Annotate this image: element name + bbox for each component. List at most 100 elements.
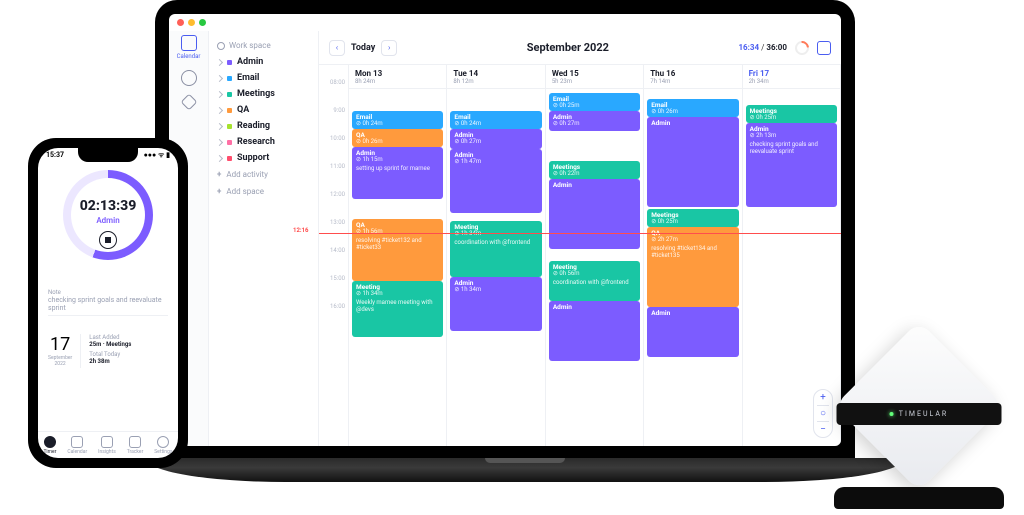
calendar-event[interactable]: Admin⊘ 0h 27m: [450, 129, 541, 149]
tab-label: Calendar: [67, 449, 87, 455]
event-name: Admin: [553, 304, 636, 311]
event-duration: ⊘ 0h 24m: [356, 121, 439, 128]
sidebar-item-reading[interactable]: Reading: [215, 118, 312, 134]
activity-color-dot: [227, 140, 232, 145]
event-duration: ⊘ 1h 34m: [454, 287, 537, 294]
chevron-right-icon: [216, 58, 223, 65]
event-duration: ⊘ 0h 22m: [553, 171, 636, 178]
next-button[interactable]: ›: [381, 40, 397, 56]
maximize-dot[interactable]: [199, 19, 206, 26]
tab-label: Insights: [98, 449, 116, 455]
calendar-event[interactable]: QA⊘ 2h 27mresolving #ticket134 and #tick…: [647, 227, 738, 307]
event-duration: ⊘ 1h 34m: [356, 291, 439, 298]
calendar-event[interactable]: Admin⊘ 1h 34m: [450, 277, 541, 331]
calendar-event[interactable]: Meetings⊘ 0h 25m: [647, 209, 738, 227]
hour-label: 14:00: [319, 247, 345, 275]
tab-settings[interactable]: Settings: [154, 436, 172, 455]
add-activity[interactable]: + Add activity: [215, 166, 312, 183]
sidebar-item-admin[interactable]: Admin: [215, 54, 312, 70]
total-today-value: 2h 38m: [89, 358, 131, 365]
calendar-event[interactable]: Admin⊘ 1h 15msetting up sprint for mamee: [352, 147, 443, 199]
sidebar-item-label: Support: [237, 153, 269, 163]
tab-calendar[interactable]: Calendar: [67, 436, 87, 455]
add-space[interactable]: + Add space: [215, 183, 312, 200]
event-duration: ⊘ 0h 26m: [651, 109, 734, 116]
calendar-event[interactable]: Email⊘ 0h 25m: [549, 93, 640, 111]
chevron-right-icon: [216, 122, 223, 129]
calendar-event[interactable]: Meetings⊘ 0h 22m: [549, 161, 640, 179]
sidebar-item-support[interactable]: Support: [215, 150, 312, 166]
calendar-event[interactable]: Email⊘ 0h 26m: [647, 99, 738, 117]
event-note: coordination with @frontend: [553, 280, 636, 287]
timer-text: 02:13:39 Admin: [80, 198, 137, 249]
calendar-event[interactable]: Email⊘ 0h 24m: [352, 111, 443, 129]
calendar-event[interactable]: Meeting⊘ 0h 56mcoordination with @fronte…: [549, 261, 640, 301]
calendar-event[interactable]: Email⊘ 0h 24m: [450, 111, 541, 129]
day-header[interactable]: Fri 17 2h 34m: [743, 65, 840, 89]
calendar-event[interactable]: Meeting⊘ 1h 34mWeekly mamee meeting with…: [352, 281, 443, 337]
calendar-event[interactable]: Admin: [549, 301, 640, 361]
settings-icon: [157, 436, 169, 448]
chevron-right-icon: [216, 154, 223, 161]
toolbar-title: September 2022: [527, 41, 609, 54]
activity-color-dot: [227, 60, 232, 65]
minimize-dot[interactable]: [188, 19, 195, 26]
day-total: 5h 23m: [552, 78, 637, 85]
calendar-event[interactable]: Admin: [647, 307, 738, 357]
timer-activity-label[interactable]: Admin: [80, 216, 137, 225]
sidebar-item-email[interactable]: Email: [215, 70, 312, 86]
tracker-band: TIMEULAR: [837, 403, 1002, 425]
rail-calendar[interactable]: Calendar: [177, 35, 201, 60]
calendar-event[interactable]: Meetings⊘ 0h 25m: [746, 105, 837, 123]
tab-timer[interactable]: Timer: [43, 436, 56, 455]
calendar-event[interactable]: Meeting⊘ 1h 34mcoordination with @fronte…: [450, 221, 541, 277]
hour-label: 12:00: [319, 191, 345, 219]
hour-label: 15:00: [319, 275, 345, 303]
sidebar-item-meetings[interactable]: Meetings: [215, 86, 312, 102]
event-note: Weekly mamee meeting with @devs: [356, 300, 439, 314]
calendar-event[interactable]: QA⊘ 0h 26m: [352, 129, 443, 147]
calendar-event[interactable]: Admin⊘ 2h 13mchecking sprint goals and r…: [746, 123, 837, 207]
event-duration: ⊘ 0h 25m: [553, 103, 636, 110]
stop-button[interactable]: [99, 231, 117, 249]
gear-icon: [217, 42, 225, 50]
day-header[interactable]: Mon 13 8h 24m: [349, 65, 446, 89]
rail-reports[interactable]: [181, 70, 197, 86]
activity-color-dot: [227, 92, 232, 97]
hour-label: 10:00: [319, 135, 345, 163]
tracker-icon: [180, 94, 197, 111]
note-input[interactable]: checking sprint goals and reevaluate spr…: [48, 296, 168, 316]
event-name: Admin: [553, 182, 636, 189]
calendar-event[interactable]: Admin⊘ 1h 47m: [450, 149, 541, 213]
tab-insights[interactable]: Insights: [98, 436, 116, 455]
tab-tracker[interactable]: Tracker: [127, 436, 144, 455]
activity-color-dot: [227, 76, 232, 81]
prev-button[interactable]: ‹: [329, 40, 345, 56]
calendar-event[interactable]: Admin: [647, 117, 738, 207]
close-dot[interactable]: [177, 19, 184, 26]
day-header[interactable]: Wed 15 5h 23m: [546, 65, 643, 89]
calendar-event[interactable]: Admin: [549, 179, 640, 249]
day-header[interactable]: Tue 14 8h 12m: [447, 65, 544, 89]
mini-calendar-icon[interactable]: [817, 41, 831, 55]
calendar-week: 08:009:0010:0011:0012:0013:0014:0015:001…: [319, 65, 841, 446]
total-today-label: Total Today: [89, 351, 120, 358]
hour-label: 16:00: [319, 303, 345, 331]
tracker-icon: [129, 436, 141, 448]
pie-icon: [181, 70, 197, 86]
calendar-icon: [71, 436, 83, 448]
calendar-event[interactable]: Admin⊘ 0h 27m: [549, 111, 640, 131]
chevron-right-icon: [216, 106, 223, 113]
sidebar-item-qa[interactable]: QA: [215, 102, 312, 118]
day-label: Tue 14: [453, 69, 538, 78]
sidebar-item-label: Email: [237, 73, 259, 83]
calendar-icon: [181, 35, 197, 51]
today-button[interactable]: Today: [351, 43, 375, 53]
event-note: resolving #ticket132 and #ticket33: [356, 238, 439, 252]
note-section: Note checking sprint goals and reevaluat…: [48, 289, 168, 316]
sidebar-item-research[interactable]: Research: [215, 134, 312, 150]
rail-tracker[interactable]: [183, 96, 195, 108]
tab-label: Settings: [154, 449, 172, 455]
calendar-event[interactable]: QA⊘ 1h 56mresolving #ticket132 and #tick…: [352, 219, 443, 281]
day-header[interactable]: Thu 16 7h 14m: [644, 65, 741, 89]
